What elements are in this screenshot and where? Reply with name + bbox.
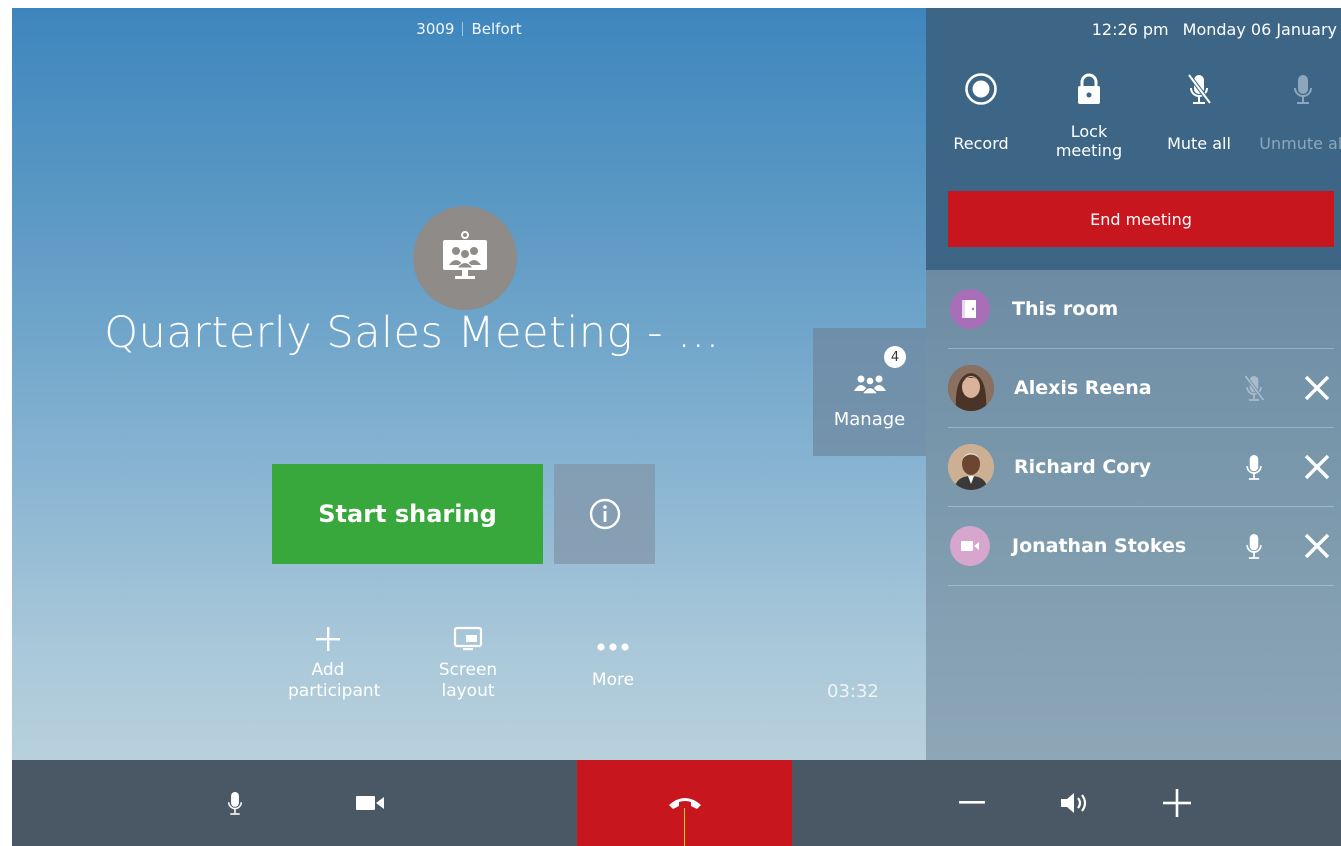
participant-name: Jonathan Stokes [1012, 535, 1187, 557]
more-button[interactable]: More [543, 616, 683, 691]
start-sharing-button[interactable]: Start sharing [272, 464, 543, 564]
remove-participant-button[interactable] [1274, 454, 1334, 480]
participant-count-badge: 4 [884, 346, 906, 368]
manage-label: Manage [833, 408, 906, 430]
participant-row[interactable]: Richard Cory [948, 428, 1334, 507]
mute-all-button[interactable]: Mute all [1144, 68, 1254, 153]
record-label: Record [953, 134, 1009, 153]
volume-down-icon [959, 801, 985, 804]
mute-all-label: Mute all [1167, 134, 1231, 153]
speaker-icon [1061, 793, 1087, 813]
remove-participant-button[interactable] [1274, 375, 1334, 401]
people-icon [853, 375, 886, 395]
room-status: 3009 Belfort [12, 20, 926, 38]
volume-down-button[interactable] [957, 760, 987, 846]
add-participant-button[interactable]: Add participant [258, 616, 398, 702]
divider [462, 22, 464, 36]
screen-layout-button[interactable]: Screen layout [398, 616, 538, 702]
mic-icon [1246, 455, 1262, 480]
close-icon [1304, 375, 1330, 401]
panel-header: 12:26 pm Monday 06 January Record Lock me… [926, 8, 1341, 270]
speaker-button[interactable] [1057, 760, 1093, 846]
mic-icon [1246, 534, 1262, 559]
participant-row-this-room[interactable]: This room [948, 270, 1334, 349]
mic-icon [1294, 75, 1312, 104]
close-icon [1304, 454, 1330, 480]
mic-button[interactable] [1234, 531, 1274, 561]
camera-icon [950, 526, 990, 566]
camera-toggle-button[interactable] [352, 760, 388, 846]
main-area: 3009 Belfort Quarterly Sales Meeting - ..… [12, 8, 926, 760]
unmute-all-label: Unmute all [1259, 134, 1341, 153]
participant-name: This room [1012, 298, 1119, 320]
call-control-bar [12, 760, 1341, 846]
end-meeting-button[interactable]: End meeting [948, 191, 1334, 247]
call-timer: 03:32 [827, 681, 879, 702]
avatar [948, 444, 994, 490]
camera-icon [356, 796, 384, 810]
avatar [948, 365, 994, 411]
participant-name: Alexis Reena [1014, 377, 1152, 399]
video-conference-icon [413, 206, 517, 310]
microphone-icon [227, 792, 243, 815]
participants-panel: 12:26 pm Monday 06 January Record Lock me… [926, 8, 1341, 760]
date: Monday 06 January [1182, 20, 1337, 39]
remove-participant-button[interactable] [1274, 533, 1334, 559]
mic-off-icon [1244, 374, 1265, 402]
more-icon [597, 643, 629, 651]
room-name: Belfort [471, 20, 522, 38]
door-icon [950, 289, 990, 329]
screen-layout-label: Screen layout [438, 660, 498, 701]
room-number: 3009 [416, 20, 455, 38]
info-button[interactable] [554, 464, 655, 564]
mic-muted-button[interactable] [1234, 373, 1274, 403]
volume-up-icon [1163, 789, 1191, 817]
manage-button[interactable]: 4 Manage [813, 328, 926, 456]
participant-row[interactable]: Jonathan Stokes [948, 507, 1334, 586]
mic-off-icon [1187, 73, 1212, 105]
plus-icon [316, 627, 340, 651]
close-icon [1304, 533, 1330, 559]
divider [684, 808, 685, 846]
info-icon [589, 498, 620, 530]
more-label: More [591, 670, 635, 690]
record-button[interactable]: Record [926, 68, 1036, 153]
add-participant-label: Add participant [288, 660, 381, 701]
meeting-title: Quarterly Sales Meeting - ... [104, 308, 720, 358]
lock-label: Lock meeting [1055, 122, 1123, 160]
record-icon [965, 73, 997, 105]
participant-name: Richard Cory [1014, 456, 1152, 478]
volume-up-button[interactable] [1162, 760, 1192, 846]
participant-row[interactable]: Alexis Reena [948, 349, 1334, 428]
screen-layout-icon [453, 626, 483, 651]
clock: 12:26 pm Monday 06 January [926, 20, 1341, 39]
unmute-all-button[interactable]: Unmute all [1248, 68, 1341, 153]
mic-button[interactable] [1234, 452, 1274, 482]
time: 12:26 pm [1091, 20, 1169, 39]
lock-icon [1078, 73, 1100, 104]
hangup-button[interactable] [577, 760, 792, 846]
mic-toggle-button[interactable] [217, 760, 253, 846]
lock-meeting-button[interactable]: Lock meeting [1034, 68, 1144, 160]
